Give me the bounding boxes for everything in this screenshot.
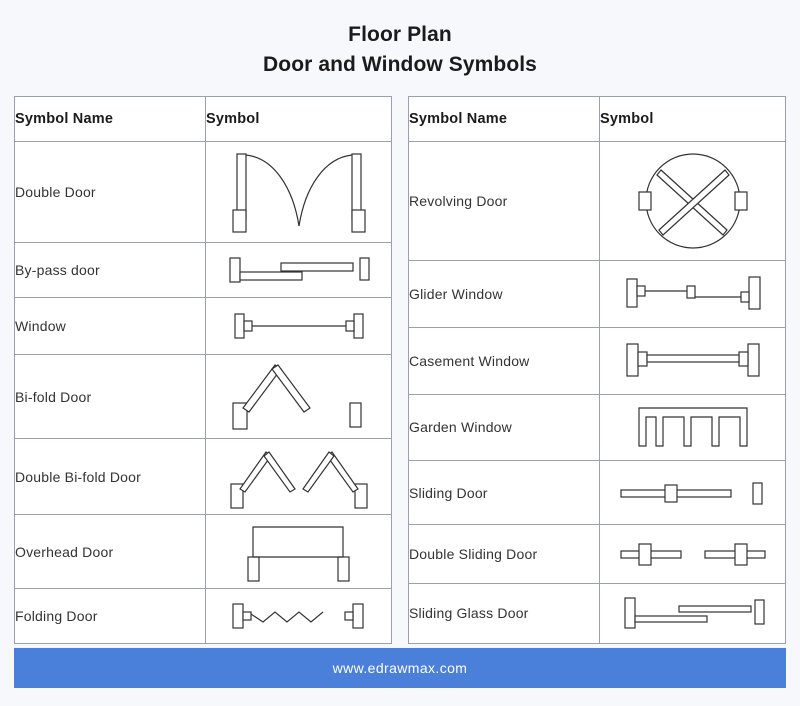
double-bi-fold-door-icon [229, 450, 368, 509]
symbol-cell-bi-fold-door [205, 354, 392, 439]
symbol-name-double-sliding-door: Double Sliding Door [408, 524, 600, 584]
symbol-name-casement-window: Casement Window [408, 327, 600, 395]
symbol-cell-sliding-glass-door [599, 582, 786, 645]
symbol-cell-double-bi-fold-door [205, 438, 392, 515]
symbol-cell-glider-window [599, 259, 786, 329]
right-symbol-table: Symbol Name Symbol Revolving Door Glider… [408, 95, 786, 645]
page-title: Floor Plan Door and Window Symbols [0, 0, 800, 80]
table-row: Double Door [14, 141, 392, 243]
symbol-cell-sliding-door [599, 459, 786, 526]
symbol-cell-revolving-door [599, 141, 786, 261]
header-symbol-name: Symbol Name [408, 95, 600, 143]
symbol-name-garden-window: Garden Window [408, 393, 600, 461]
symbol-name-bi-fold-door: Bi-fold Door [14, 354, 206, 439]
symbol-cell-window [205, 297, 392, 355]
left-symbol-table: Symbol Name Symbol Double Door By-pass d… [14, 96, 392, 644]
symbol-name-sliding-glass-door: Sliding Glass Door [408, 582, 600, 645]
symbol-name-double-bi-fold-door: Double Bi-fold Door [14, 438, 206, 515]
bypass-door-icon [228, 257, 370, 283]
symbol-cell-bypass-door [205, 242, 392, 298]
footer-bar: www.edrawmax.com [14, 648, 786, 688]
garden-window-icon [637, 407, 748, 447]
symbol-name-glider-window: Glider Window [408, 259, 600, 329]
revolving-door-icon [637, 153, 748, 249]
symbol-name-folding-door: Folding Door [14, 588, 206, 644]
symbol-tables: Symbol Name Symbol Double Door By-pass d… [0, 80, 800, 645]
page-title-line-1: Floor Plan [348, 23, 452, 46]
glider-window-icon [625, 276, 761, 310]
symbol-name-bypass-door: By-pass door [14, 242, 206, 298]
table-header-row: Symbol Name Symbol [408, 95, 786, 143]
footer-url[interactable]: www.edrawmax.com [333, 660, 468, 676]
table-row: Double Sliding Door [408, 524, 786, 584]
table-row: Double Bi-fold Door [14, 438, 392, 515]
sliding-door-icon [619, 482, 763, 505]
table-row: Overhead Door [14, 514, 392, 589]
table-row: Sliding Glass Door [408, 582, 786, 645]
symbol-cell-double-door [205, 141, 392, 243]
table-row: Casement Window [408, 327, 786, 395]
symbol-cell-folding-door [205, 588, 392, 644]
sliding-glass-door-icon [623, 597, 765, 629]
table-row: Sliding Door [408, 459, 786, 526]
symbol-cell-overhead-door [205, 514, 392, 589]
symbol-name-sliding-door: Sliding Door [408, 459, 600, 526]
header-symbol: Symbol [599, 95, 786, 143]
table-row: Window [14, 297, 392, 355]
symbol-cell-garden-window [599, 393, 786, 461]
symbol-name-revolving-door: Revolving Door [408, 141, 600, 261]
symbol-cell-double-sliding-door [599, 524, 786, 584]
symbol-name-window: Window [14, 297, 206, 355]
symbol-cell-casement-window [599, 327, 786, 395]
table-row: By-pass door [14, 242, 392, 298]
header-symbol: Symbol [205, 96, 392, 142]
table-row: Glider Window [408, 259, 786, 329]
symbol-name-overhead-door: Overhead Door [14, 514, 206, 589]
header-symbol-name: Symbol Name [14, 96, 206, 142]
bi-fold-door-icon [231, 363, 362, 430]
table-row: Garden Window [408, 393, 786, 461]
window-icon [233, 313, 364, 339]
table-row: Bi-fold Door [14, 354, 392, 439]
folding-door-icon [231, 603, 364, 629]
table-header-row: Symbol Name Symbol [14, 96, 392, 142]
table-row: Folding Door [14, 588, 392, 644]
casement-window-icon [625, 343, 760, 377]
double-door-icon [231, 153, 366, 233]
page-title-line-2: Door and Window Symbols [263, 53, 537, 76]
table-row: Revolving Door [408, 141, 786, 261]
symbol-name-double-door: Double Door [14, 141, 206, 243]
overhead-door-icon [246, 525, 350, 582]
double-sliding-door-icon [619, 543, 766, 566]
